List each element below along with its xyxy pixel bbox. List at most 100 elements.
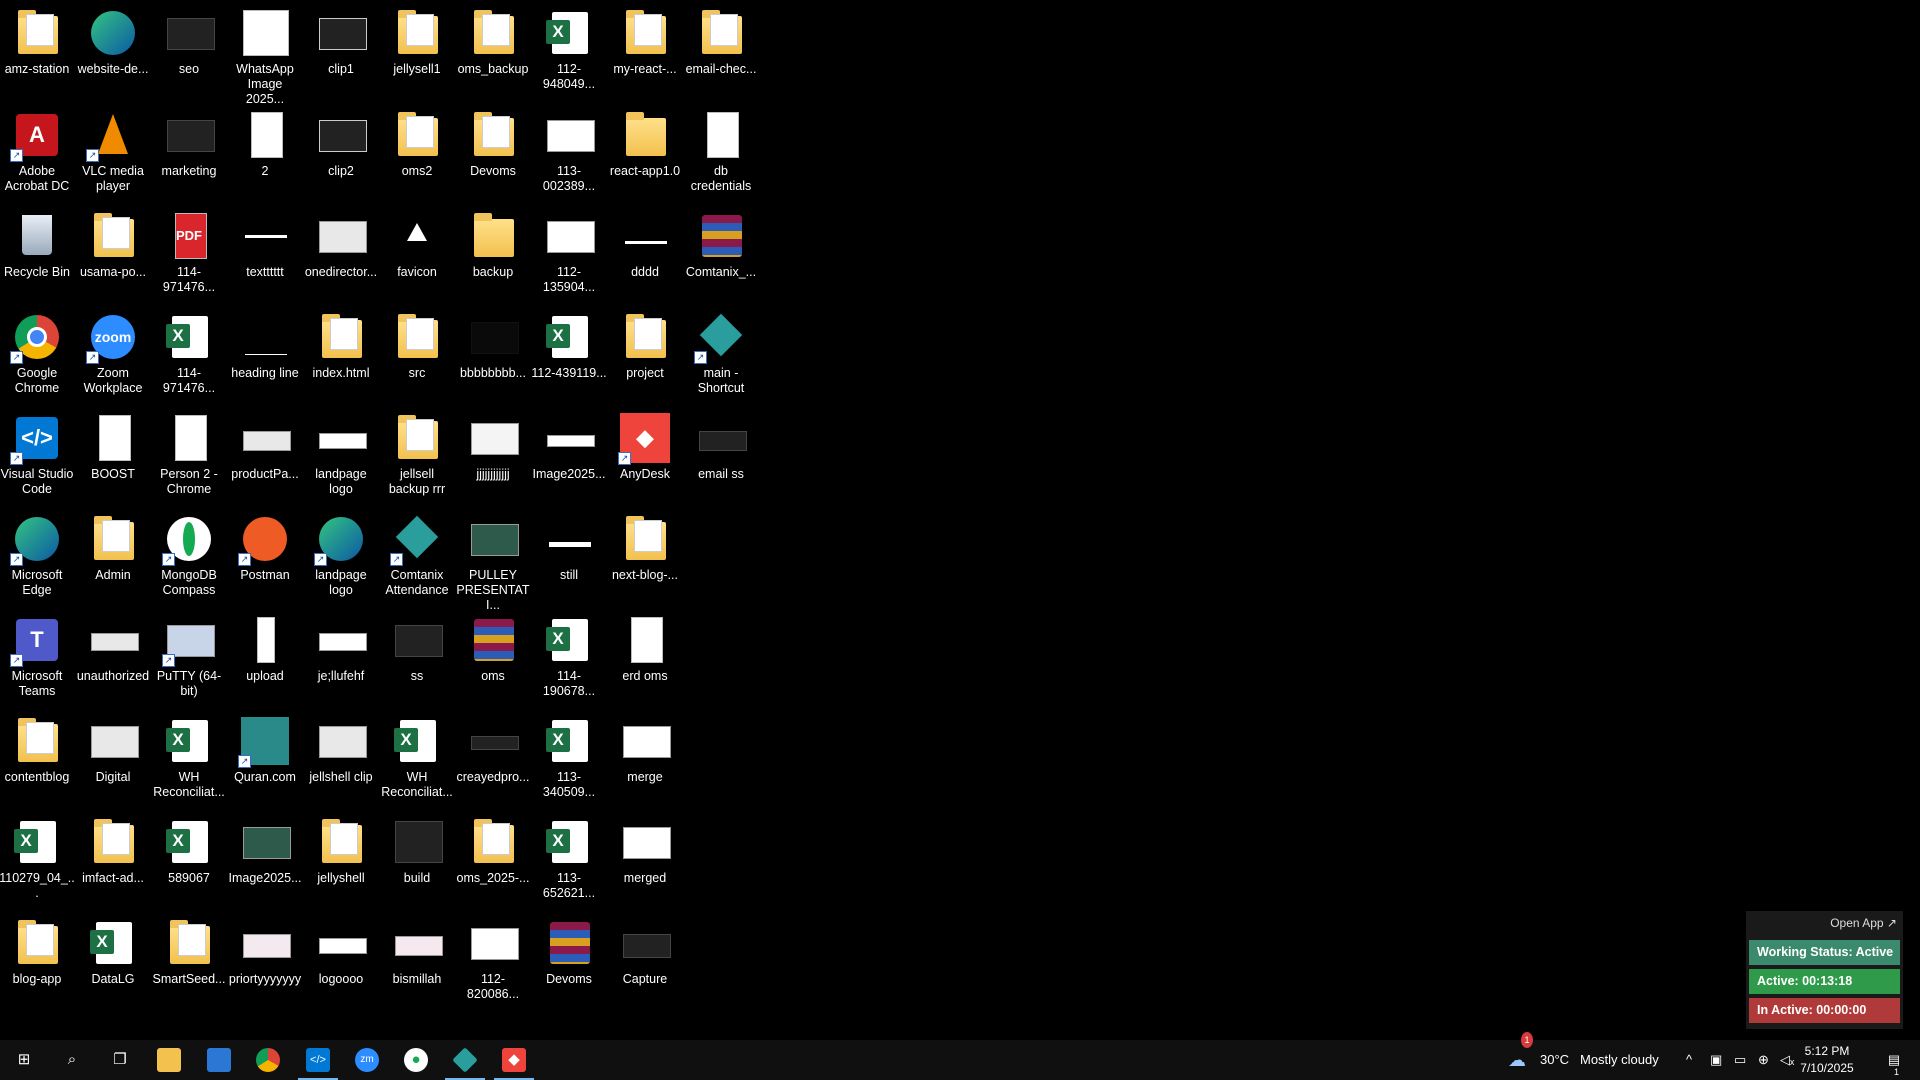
clock[interactable]: 5:12 PM 7/10/2025: [1792, 1043, 1862, 1077]
desktop-icon-jellysell1[interactable]: jellysell1: [379, 2, 455, 77]
desktop-icon-oms-backup[interactable]: oms_backup: [455, 2, 531, 77]
battery-icon[interactable]: ▭: [1734, 1040, 1746, 1080]
desktop-icon-2[interactable]: 2: [227, 104, 303, 179]
desktop-icon-112-820086[interactable]: 112-820086...: [455, 912, 531, 1002]
desktop-icon-postman[interactable]: ↗ Postman: [227, 508, 303, 583]
desktop-icon-landpage-logo-2[interactable]: ↗ landpage logo: [303, 508, 379, 598]
desktop-icon-person2-chrome[interactable]: Person 2 - Chrome: [151, 407, 227, 497]
desktop-icon-recycle-bin[interactable]: Recycle Bin: [0, 205, 75, 280]
desktop-icon-admin[interactable]: Admin: [75, 508, 151, 583]
desktop-icon-merge[interactable]: merge: [607, 710, 683, 785]
weather-description[interactable]: Mostly cloudy: [1580, 1040, 1659, 1080]
desktop-icon-digital[interactable]: Digital: [75, 710, 151, 785]
desktop-icon-textttttt[interactable]: textttttt: [227, 205, 303, 280]
desktop-icon-landpage-logo-1[interactable]: landpage logo: [303, 407, 379, 497]
desktop-icon-mongodb[interactable]: ↗ MongoDB Compass: [151, 508, 227, 598]
desktop-icon-oms[interactable]: oms: [455, 609, 531, 684]
desktop-icon-creayedpro[interactable]: creayedpro...: [455, 710, 531, 785]
start-button[interactable]: ⊞: [0, 1040, 48, 1080]
desktop-icon-adobe-acrobat[interactable]: A ↗ Adobe Acrobat DC: [0, 104, 75, 194]
zoom-taskbar-button[interactable]: zm: [343, 1040, 391, 1080]
anydesk-taskbar-button[interactable]: ◆: [490, 1040, 538, 1080]
chrome-taskbar-button[interactable]: [244, 1040, 292, 1080]
desktop-icon-next-blog[interactable]: next-blog-...: [607, 508, 683, 583]
desktop-icon-clip2[interactable]: clip2: [303, 104, 379, 179]
desktop-icon-amz-station[interactable]: amz-station: [0, 2, 75, 77]
desktop-icon-jjjjjjjjjjjj[interactable]: jjjjjjjjjjjj: [455, 407, 531, 482]
desktop-icon-114-971476[interactable]: 114-971476...: [151, 306, 227, 396]
desktop-icon-merged[interactable]: merged: [607, 811, 683, 886]
desktop-icon-seo[interactable]: seo: [151, 2, 227, 77]
weather-temperature[interactable]: 30°C: [1540, 1040, 1569, 1080]
desktop-icon-113-652621[interactable]: 113-652621...: [531, 811, 607, 901]
desktop-icon-unauthorized[interactable]: unauthorized: [75, 609, 151, 684]
desktop-icon-clip1[interactable]: clip1: [303, 2, 379, 77]
desktop-icon-vscode[interactable]: </> ↗ Visual Studio Code: [0, 407, 75, 497]
desktop-icon-blog-app[interactable]: blog-app: [0, 912, 75, 987]
desktop-icon-productpa[interactable]: productPa...: [227, 407, 303, 482]
desktop-icon-devoms[interactable]: Devoms: [455, 104, 531, 179]
desktop-icon-quran[interactable]: ↗ Quran.com: [227, 710, 303, 785]
desktop-icon-113-002389[interactable]: 113-002389...: [531, 104, 607, 194]
desktop-icon-my-react[interactable]: my-react-...: [607, 2, 683, 77]
desktop-icon-main-shortcut[interactable]: ↗ main - Shortcut: [683, 306, 759, 396]
comtanix-taskbar-button[interactable]: [441, 1040, 489, 1080]
monitor-icon[interactable]: ▣: [1710, 1040, 1722, 1080]
desktop-icon-email-chec[interactable]: email-chec...: [683, 2, 759, 77]
desktop-icon-build[interactable]: build: [379, 811, 455, 886]
desktop-icon-boost[interactable]: BOOST: [75, 407, 151, 482]
desktop-icon-bbbbbbbb[interactable]: bbbbbbbb...: [455, 306, 531, 381]
desktop-icon-contentblog[interactable]: contentblog: [0, 710, 75, 785]
desktop-icon-pulley-presentation[interactable]: PULLEY PRESENTATI...: [455, 508, 531, 613]
desktop-icon-erd-oms[interactable]: erd oms: [607, 609, 683, 684]
desktop-icon-jellyshell[interactable]: jellyshell: [303, 811, 379, 886]
desktop-icon-devoms-archive[interactable]: Devoms: [531, 912, 607, 987]
desktop-icon-image2025-2[interactable]: Image2025...: [227, 811, 303, 886]
desktop-icon-smartseed[interactable]: SmartSeed...: [151, 912, 227, 987]
show-hidden-icons-chevron-icon[interactable]: ^: [1686, 1040, 1692, 1080]
desktop-icon-putty[interactable]: ↗ PuTTY (64-bit): [151, 609, 227, 699]
file-explorer-button[interactable]: [145, 1040, 193, 1080]
desktop-icon-email-ss[interactable]: email ss: [683, 407, 759, 482]
desktop-icon-favicon[interactable]: favicon: [379, 205, 455, 280]
desktop-icon-comtanix-archive[interactable]: Comtanix_...: [683, 205, 759, 280]
desktop-icon-110279[interactable]: 110279_04_...: [0, 811, 75, 901]
desktop-icon-website-de[interactable]: website-de...: [75, 2, 151, 77]
desktop-icon-jellufehf[interactable]: je;llufehf: [303, 609, 379, 684]
desktop-icon-comtanix-attendance[interactable]: ↗ Comtanix Attendance: [379, 508, 455, 598]
task-view-button[interactable]: ❐: [96, 1040, 144, 1080]
desktop-icon-src[interactable]: src: [379, 306, 455, 381]
desktop-icon-pdf-114[interactable]: PDF 114-971476...: [151, 205, 227, 295]
desktop-icon-logoooo[interactable]: logoooo: [303, 912, 379, 987]
desktop-icon-vlc[interactable]: ↗ VLC media player: [75, 104, 151, 194]
desktop-icon-backup[interactable]: backup: [455, 205, 531, 280]
desktop-icon-113-340509[interactable]: 113-340509...: [531, 710, 607, 800]
desktop-icon-datalg[interactable]: DataLG: [75, 912, 151, 987]
desktop-icon-capture[interactable]: Capture: [607, 912, 683, 987]
desktop-icon-114-190678[interactable]: 114-190678...: [531, 609, 607, 699]
desktop-icon-project[interactable]: project: [607, 306, 683, 381]
network-globe-icon[interactable]: ⊕: [1758, 1040, 1769, 1080]
desktop-icon-microsoft-edge[interactable]: ↗ Microsoft Edge: [0, 508, 75, 598]
desktop-icon-wh-reconciliation-1[interactable]: WH Reconciliat...: [151, 710, 227, 800]
desktop-icon-jellshell-clip[interactable]: jellshell clip: [303, 710, 379, 785]
desktop-icon-marketing[interactable]: marketing: [151, 104, 227, 179]
mongodb-taskbar-button[interactable]: ●: [392, 1040, 440, 1080]
desktop-icon-still[interactable]: still: [531, 508, 607, 583]
desktop-icon-image2025-1[interactable]: Image2025...: [531, 407, 607, 482]
desktop-icon-react-app[interactable]: react-app1.0: [607, 104, 683, 179]
desktop-icon-zoom[interactable]: zoom ↗ Zoom Workplace: [75, 306, 151, 396]
desktop-icon-jellsell-backup[interactable]: jellsell backup rrr: [379, 407, 455, 497]
desktop-icon-dddd[interactable]: dddd: [607, 205, 683, 280]
desktop-icon-bismillah[interactable]: bismillah: [379, 912, 455, 987]
desktop-icon-112-948049[interactable]: 112-948049...: [531, 2, 607, 92]
desktop-icon-112-135904[interactable]: 112-135904...: [531, 205, 607, 295]
vscode-taskbar-button[interactable]: </>: [294, 1040, 342, 1080]
desktop-icon-usama-po[interactable]: usama-po...: [75, 205, 151, 280]
search-button[interactable]: ⌕: [48, 1040, 96, 1080]
desktop-icon-wh-reconciliation-2[interactable]: WH Reconciliat...: [379, 710, 455, 800]
desktop-icon-microsoft-teams[interactable]: T ↗ Microsoft Teams: [0, 609, 75, 699]
desktop-icon-onedirector[interactable]: onedirector...: [303, 205, 379, 280]
microsoft-store-button[interactable]: [195, 1040, 243, 1080]
open-app-link[interactable]: Open App ↗: [1830, 916, 1897, 930]
